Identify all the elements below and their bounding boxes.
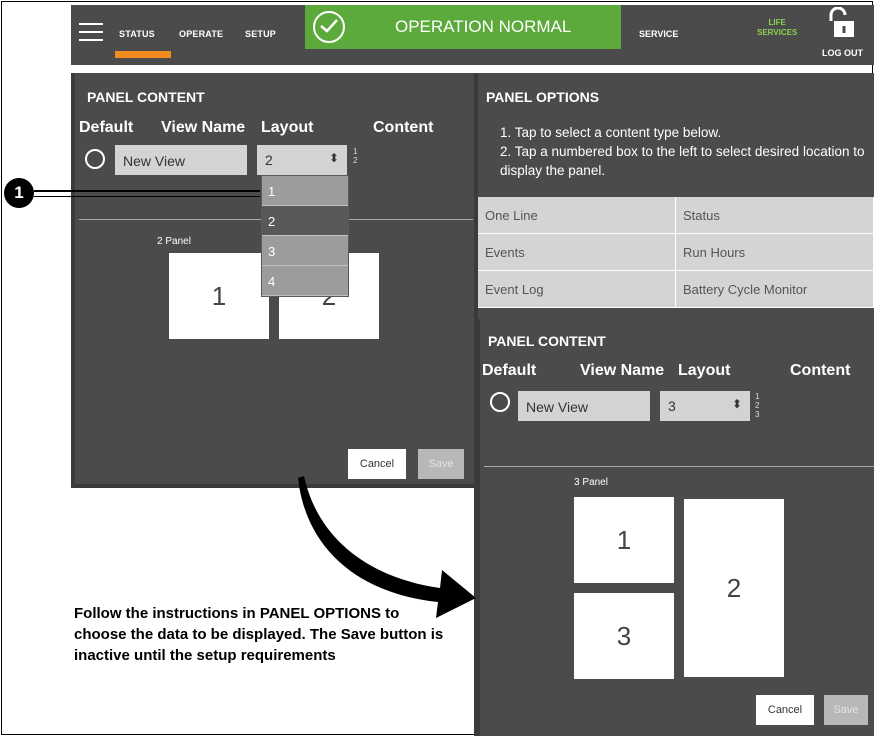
- instruction-line: 2. Tap a numbered box to the left to sel…: [500, 144, 865, 178]
- panel-title: PANEL CONTENT: [87, 89, 205, 105]
- dropdown-option[interactable]: 4: [262, 266, 348, 296]
- content-num: 3: [755, 410, 760, 419]
- layout-dropdown: 1 2 3 4: [261, 175, 349, 297]
- option-status[interactable]: Status: [676, 197, 874, 234]
- header-view-name: View Name: [580, 362, 665, 379]
- nav-service[interactable]: SERVICE: [639, 29, 678, 39]
- preview-box-1[interactable]: 1: [574, 497, 674, 583]
- panel-options-title: PANEL OPTIONS: [486, 89, 600, 105]
- logout-button[interactable]: LOG OUT: [822, 48, 863, 58]
- save-button[interactable]: Save: [824, 695, 868, 725]
- right-panel-content: PANEL CONTENT Default View Name Layout C…: [474, 319, 874, 736]
- preview-label: 3 Panel: [574, 477, 608, 488]
- operation-status-text: OPERATION NORMAL: [395, 17, 572, 36]
- default-radio[interactable]: [85, 149, 105, 169]
- life-services-line1: LIFE: [768, 18, 786, 27]
- preview-box-2[interactable]: 2: [684, 499, 784, 677]
- callout-number-badge: 1: [4, 178, 34, 208]
- option-run-hours[interactable]: Run Hours: [676, 234, 874, 271]
- preview-label: 2 Panel: [157, 236, 191, 247]
- nav-setup[interactable]: SETUP: [245, 29, 276, 39]
- curved-arrow-icon: [298, 476, 476, 618]
- content-num: 1: [353, 147, 358, 156]
- dropdown-option[interactable]: 3: [262, 236, 348, 266]
- content-num: 1: [755, 392, 760, 401]
- option-event-log[interactable]: Event Log: [478, 271, 676, 308]
- content-num: 2: [755, 401, 760, 410]
- panel-options-instructions: 1. Tap to select a content type below. 2…: [500, 123, 870, 180]
- check-circle-icon: [313, 11, 345, 43]
- header-default: Default: [482, 362, 537, 379]
- select-arrows-icon: ⬍: [731, 397, 742, 411]
- header-content: Content: [790, 362, 851, 379]
- header-default: Default: [79, 119, 134, 136]
- content-num: 2: [353, 156, 358, 165]
- header-layout: Layout: [678, 362, 731, 379]
- panel-title: PANEL CONTENT: [488, 333, 606, 349]
- divider: [484, 466, 874, 467]
- option-one-line[interactable]: One Line: [478, 197, 676, 234]
- preview-box-1[interactable]: 1: [169, 253, 269, 339]
- header-content: Content: [373, 119, 434, 136]
- preview-box-3[interactable]: 3: [574, 593, 674, 679]
- nav-operate[interactable]: OPERATE: [179, 29, 223, 39]
- nav-life-services[interactable]: LIFE SERVICES: [757, 18, 797, 38]
- view-name-input[interactable]: New View: [518, 391, 650, 421]
- view-name-input[interactable]: New View: [115, 145, 247, 175]
- header-layout: Layout: [261, 119, 314, 136]
- header-view-name: View Name: [161, 119, 246, 136]
- layout-select-value: 2: [265, 152, 273, 168]
- life-services-line2: SERVICES: [757, 28, 798, 37]
- caption-text: Follow the instructions in PANEL OPTIONS…: [74, 605, 444, 664]
- panel-options: PANEL OPTIONS 1. Tap to select a content…: [474, 73, 874, 319]
- unlock-icon[interactable]: [827, 6, 855, 39]
- content-numbers: 1 2: [353, 147, 357, 165]
- callout-line: [34, 190, 260, 192]
- content-type-grid: One Line Status Events Run Hours Event L…: [478, 197, 874, 308]
- dropdown-option-selected[interactable]: 2: [262, 206, 348, 236]
- content-numbers: 1 2 3: [755, 392, 759, 419]
- operation-status-banner: OPERATION NORMAL: [305, 5, 621, 49]
- default-radio[interactable]: [490, 392, 510, 412]
- dropdown-option[interactable]: 1: [262, 176, 348, 206]
- option-battery-cycle-monitor[interactable]: Battery Cycle Monitor: [676, 271, 874, 308]
- layout-select[interactable]: 3 ⬍: [660, 391, 750, 421]
- layout-select[interactable]: 2 ⬍: [257, 145, 347, 175]
- hamburger-menu-icon[interactable]: [79, 23, 103, 41]
- cancel-button[interactable]: Cancel: [756, 695, 814, 725]
- layout-select-value: 3: [668, 398, 676, 414]
- callout-line: [34, 196, 260, 197]
- option-events[interactable]: Events: [478, 234, 676, 271]
- left-panel-content: PANEL CONTENT Default View Name Layout C…: [71, 73, 475, 488]
- active-tab-indicator: [115, 51, 171, 58]
- select-arrows-icon: ⬍: [328, 151, 339, 165]
- top-bar: STATUS OPERATE SETUP OPERATION NORMAL SE…: [71, 5, 874, 65]
- instruction-line: 1. Tap to select a content type below.: [500, 125, 722, 140]
- nav-status[interactable]: STATUS: [119, 29, 155, 39]
